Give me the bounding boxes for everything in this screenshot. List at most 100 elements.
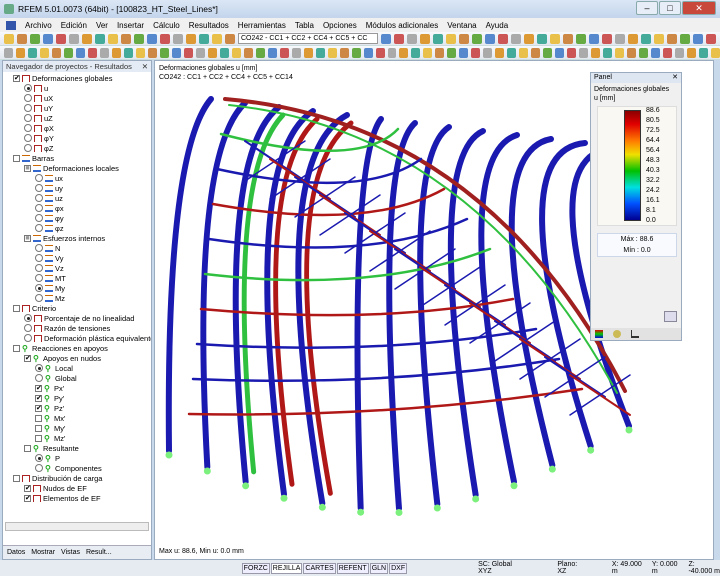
toolbar-button[interactable] [56,33,66,44]
toolbar-button[interactable] [363,47,373,58]
radio-button[interactable] [24,144,32,152]
tree-item[interactable]: uX [24,93,53,103]
toolbar-button[interactable] [667,33,677,44]
toolbar-button[interactable] [39,47,49,58]
menu-3[interactable]: Insertar [117,21,144,30]
toolbar-button[interactable] [423,47,433,58]
toolbar-button[interactable] [639,47,649,58]
menu-6[interactable]: Herramientas [238,21,286,30]
tree-item[interactable]: ■ Deformaciones locales [24,163,119,173]
toolbar-button[interactable] [435,47,445,58]
menu-1[interactable]: Edición [61,21,87,30]
radio-button[interactable] [35,194,43,202]
tree-item[interactable]: ⚲ Mz' [35,433,65,443]
menu-9[interactable]: Módulos adicionales [366,21,439,30]
tree-item[interactable]: uz [35,193,63,203]
tree-item[interactable]: Barras [13,153,54,163]
status-toggle-cartes[interactable]: CARTES [303,562,336,574]
toolbar-button[interactable] [483,47,493,58]
menu-8[interactable]: Opciones [323,21,357,30]
status-toggle-dxf[interactable]: DXF [389,562,408,574]
radio-button[interactable] [35,294,43,302]
menu-10[interactable]: Ventana [447,21,476,30]
checkbox[interactable] [13,154,20,162]
toolbar-button[interactable] [680,33,690,44]
radio-button[interactable] [24,124,32,132]
status-toggle-gln[interactable]: GLN [369,562,389,574]
toolbar-button[interactable] [524,33,534,44]
tree-item[interactable]: Deformación plástica equivalente [24,333,151,343]
toolbar-button[interactable] [82,33,92,44]
checkbox[interactable] [35,424,42,432]
toolbar-button[interactable] [615,33,625,44]
tree-item[interactable]: uy [35,183,63,193]
toolbar-button[interactable] [447,47,457,58]
toolbar-button[interactable] [567,47,577,58]
toolbar-button[interactable] [687,47,697,58]
toolbar-button[interactable] [339,47,349,58]
navigator-close-button[interactable]: ✕ [142,61,148,72]
menu-2[interactable]: Ver [96,21,108,30]
tree-item[interactable]: ■ Esfuerzos internos [24,233,105,243]
tree-item[interactable]: ✔ ⚲ Py' [35,393,64,403]
toolbar-button[interactable] [627,47,637,58]
toolbar-button[interactable] [351,47,361,58]
tree-item[interactable]: ux [35,173,63,183]
radio-button[interactable] [35,204,43,212]
toolbar-button[interactable] [267,47,277,58]
checkbox[interactable] [13,344,20,352]
menu-icon[interactable] [6,20,16,30]
toolbar-button[interactable] [195,47,205,58]
radio-button[interactable] [35,274,43,282]
toolbar-button[interactable] [279,47,289,58]
toolbar-button[interactable] [459,47,469,58]
radio-button[interactable] [24,134,32,142]
toolbar-button[interactable] [17,33,27,44]
toolbar-button[interactable] [315,47,325,58]
radio-button[interactable] [35,174,43,182]
tree-item[interactable]: φx [35,203,64,213]
tree-item[interactable]: ✔ ⚲ Apoyos en nudos [24,353,101,363]
tree-item[interactable]: Porcentaje de no linealidad [24,313,134,323]
toolbar-button[interactable] [147,47,157,58]
checkbox[interactable]: ✔ [24,484,31,492]
radio-button[interactable] [24,104,32,112]
toolbar-button[interactable] [95,33,105,44]
toolbar-button[interactable] [111,47,121,58]
toolbar-button[interactable] [555,47,565,58]
toolbar-button[interactable] [411,47,421,58]
toolbar-button[interactable] [699,47,709,58]
tree-item[interactable]: ✔ Deformaciones globales [13,73,112,83]
checkbox[interactable]: ■ [24,164,31,172]
toolbar-button[interactable] [171,47,181,58]
checkbox[interactable] [35,414,42,422]
toolbar-button[interactable] [399,47,409,58]
toolbar-button[interactable] [15,47,25,58]
tree-item[interactable]: ✔ ⚲ Px' [35,383,64,393]
radio-button[interactable] [24,94,32,102]
toolbar-button[interactable] [531,47,541,58]
toolbar-button[interactable] [387,47,397,58]
tree-item[interactable]: My [35,283,65,293]
toolbar-button[interactable] [471,47,481,58]
toolbar-button[interactable] [4,33,14,44]
tree-item[interactable]: ⚲ P [35,453,60,463]
nav-tab-0[interactable]: Datos [5,549,27,556]
toolbar-button[interactable] [433,33,443,44]
radio-button[interactable] [35,454,43,462]
menu-4[interactable]: Cálculo [153,21,180,30]
tree-item[interactable]: Distribución de carga [13,473,102,483]
toolbar-button[interactable] [641,33,651,44]
tree-item[interactable]: φy [35,213,64,223]
toolbar-button[interactable] [199,33,209,44]
checkbox[interactable]: ✔ [24,494,31,502]
radio-button[interactable] [35,374,43,382]
tree-item[interactable]: ✔ Nudos de EF [24,483,87,493]
menu-5[interactable]: Resultados [189,21,229,30]
status-toggle-rejilla[interactable]: REJILLA [270,562,303,574]
toolbar-button[interactable] [99,47,109,58]
toolbar-button[interactable] [219,47,229,58]
status-toggle-refent[interactable]: REFENT [336,562,369,574]
tree-item[interactable]: ⚲ Resultante [24,443,79,453]
tree-item[interactable]: ✔ ⚲ Pz' [35,403,64,413]
